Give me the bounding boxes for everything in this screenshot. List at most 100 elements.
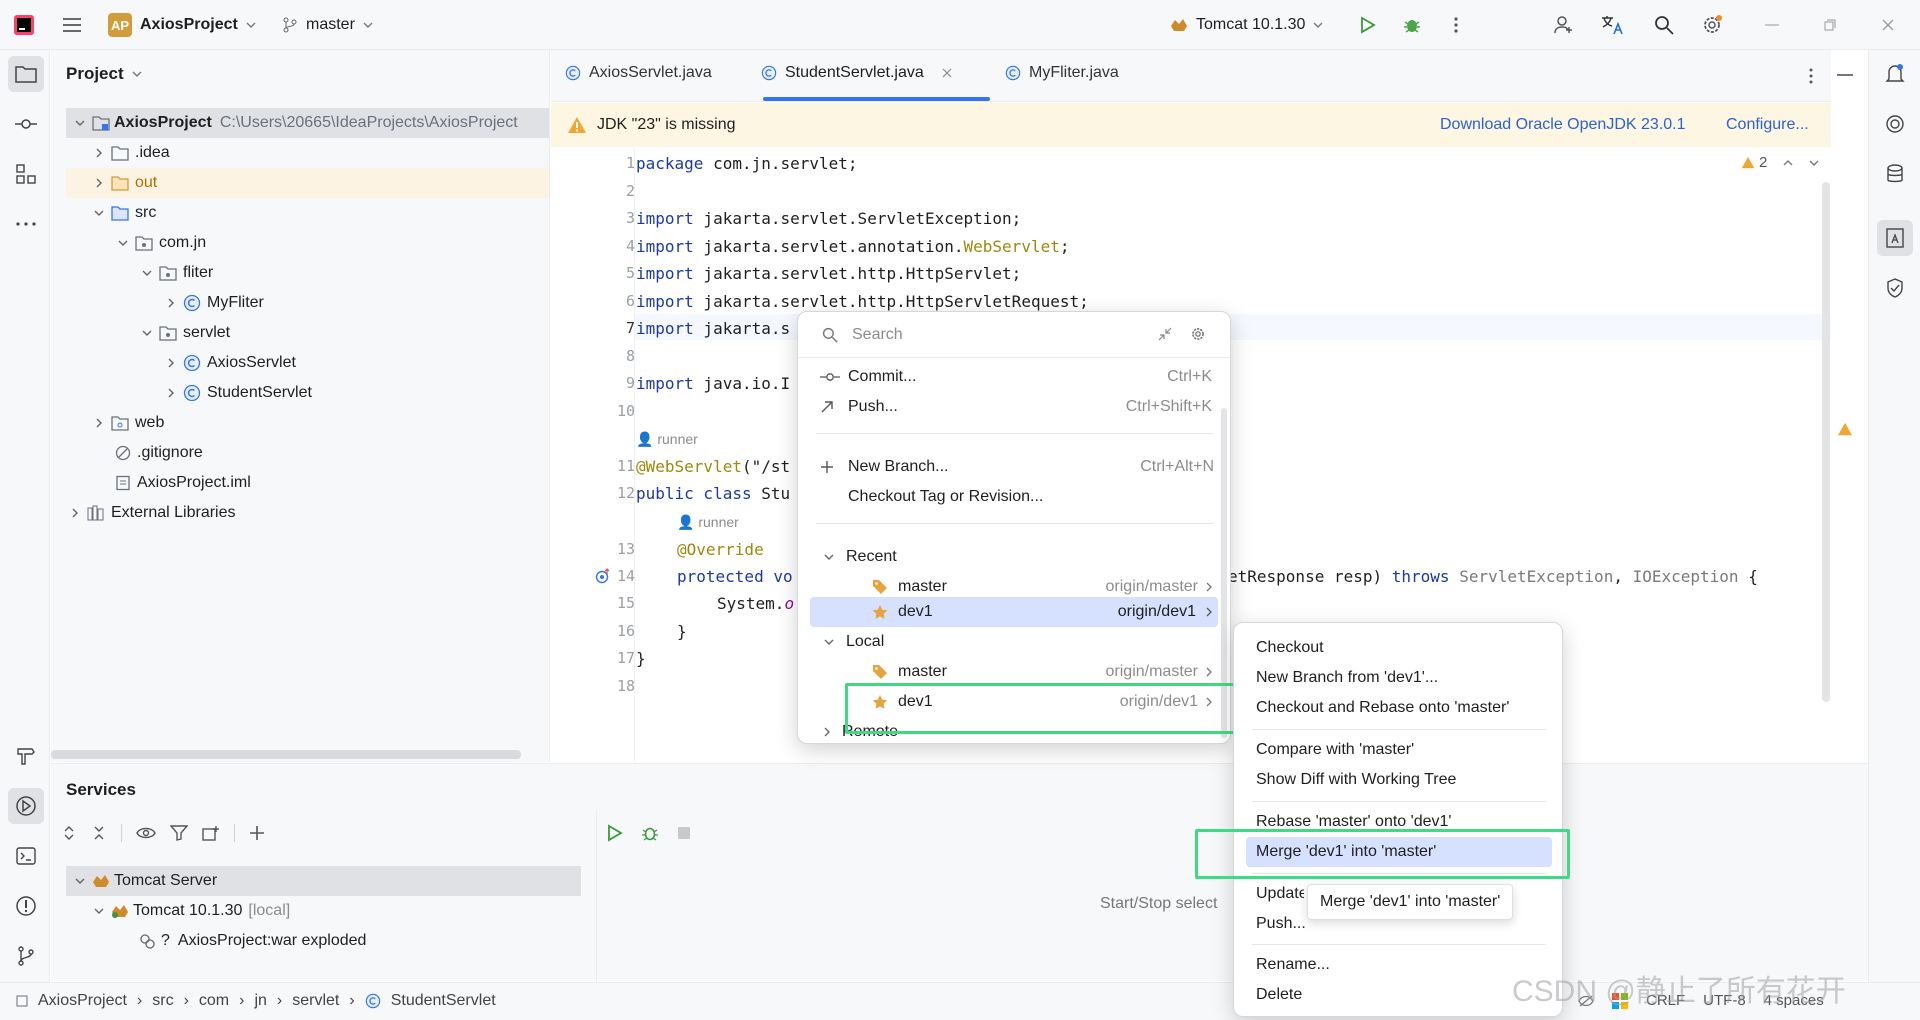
download-jdk-link[interactable]: Download Oracle OpenJDK 23.0.1 <box>1440 116 1685 134</box>
tree-row-axiosproject[interactable]: AxiosProject C:\Users\20665\IdeaProjects… <box>66 108 549 138</box>
security-shield-icon[interactable] <box>1877 270 1913 306</box>
breadcrumb-item[interactable]: com <box>199 992 229 1010</box>
service-row-tomcat-server[interactable]: Tomcat Server <box>66 866 581 896</box>
tree-row-myfliter[interactable]: MyFliter <box>163 288 264 318</box>
tab-options-icon[interactable] <box>1801 66 1821 86</box>
restore-icon[interactable] <box>1818 13 1842 37</box>
tree-row-studentservlet[interactable]: StudentServlet <box>163 378 312 408</box>
close-tab-icon[interactable] <box>942 68 952 78</box>
chevron-down-icon[interactable] <box>1809 160 1819 166</box>
push-menu-item[interactable]: Push... Ctrl+Shift+K <box>820 392 1212 422</box>
expand-all-icon[interactable] <box>61 825 77 841</box>
warning-count-indicator[interactable]: 2 <box>1741 154 1819 171</box>
checkout-and-rebase-menu-item[interactable]: Checkout and Rebase onto 'master' <box>1256 693 1509 723</box>
tree-row-fliter[interactable]: fliter <box>139 258 213 288</box>
show-diff-menu-item[interactable]: Show Diff with Working Tree <box>1256 765 1456 795</box>
build-tool-icon[interactable] <box>8 738 44 774</box>
update-menu-item[interactable]: Update <box>1256 879 1304 909</box>
recent-branch-dev1[interactable]: dev1 origin/dev1 <box>810 597 1218 627</box>
inlay-hint-runner[interactable]: 👤 runner <box>677 514 739 531</box>
filter-icon[interactable] <box>170 825 188 841</box>
checkout-menu-item[interactable]: Checkout <box>1256 633 1324 663</box>
configure-link[interactable]: Configure... <box>1726 116 1809 134</box>
commit-menu-item[interactable]: Commit... Ctrl+K <box>820 362 1212 392</box>
tree-row-axiosservlet[interactable]: AxiosServlet <box>163 348 296 378</box>
main-menu-icon[interactable] <box>60 13 84 37</box>
new-group-icon[interactable] <box>202 825 220 841</box>
collapse-icon[interactable] <box>1158 327 1172 341</box>
local-group-header[interactable]: Local <box>824 627 884 657</box>
debug-service-icon[interactable] <box>641 824 659 842</box>
panel-minimize-icon[interactable] <box>1837 74 1853 76</box>
popup-search[interactable]: Search <box>798 312 1230 358</box>
horizontal-scrollbar[interactable] <box>51 750 521 759</box>
database-icon[interactable] <box>1877 156 1913 192</box>
chevron-down-icon <box>363 22 373 28</box>
inlay-hint-runner[interactable]: 👤 runner <box>636 431 698 448</box>
minimize-icon[interactable] <box>1760 13 1784 37</box>
tree-row-web[interactable]: web <box>91 408 164 438</box>
run-service-icon[interactable] <box>607 824 623 842</box>
branch-tag-icon <box>872 664 888 680</box>
run-icon[interactable] <box>1356 13 1380 37</box>
more-actions-icon[interactable] <box>1444 13 1468 37</box>
services-tool-icon[interactable] <box>8 788 44 824</box>
delete-menu-item[interactable]: Delete <box>1256 980 1302 1010</box>
warning-marker-icon[interactable] <box>1837 422 1853 436</box>
tab-myfliter[interactable]: MyFliter.java <box>1005 64 1119 82</box>
new-branch-from-menu-item[interactable]: New Branch from 'dev1'... <box>1256 663 1438 693</box>
tree-row-out[interactable]: out <box>66 168 549 198</box>
translation-panel-icon[interactable] <box>1877 220 1913 256</box>
debug-icon[interactable] <box>1400 13 1424 37</box>
project-tool-icon[interactable] <box>8 56 44 92</box>
tree-row-iml[interactable]: AxiosProject.iml <box>115 468 251 498</box>
add-service-icon[interactable] <box>249 825 265 841</box>
service-row-tomcat-local[interactable]: Tomcat 10.1.30 [local] <box>91 896 290 926</box>
structure-tool-icon[interactable] <box>8 156 44 192</box>
tree-row-external-libraries[interactable]: External Libraries <box>67 498 236 528</box>
service-row-artifact[interactable]: ? AxiosProject:war exploded <box>139 926 366 956</box>
checkout-tag-menu-item[interactable]: Checkout Tag or Revision... <box>848 482 1043 512</box>
breadcrumb-item[interactable]: StudentServlet <box>391 992 496 1010</box>
ai-assistant-icon[interactable] <box>1877 106 1913 142</box>
settings-gear-icon[interactable] <box>1700 13 1724 37</box>
tree-row-gitignore[interactable]: .gitignore <box>115 438 203 468</box>
run-config-selector[interactable]: Tomcat 10.1.30 <box>1170 11 1323 39</box>
breadcrumb-item[interactable]: servlet <box>292 992 339 1010</box>
project-panel-header[interactable]: Project <box>66 64 142 84</box>
editor-vertical-scrollbar[interactable] <box>1822 182 1830 702</box>
tree-row-idea[interactable]: .idea <box>91 138 170 168</box>
stop-service-icon[interactable] <box>677 826 691 840</box>
tree-row-com-jn[interactable]: com.jn <box>115 228 206 258</box>
git-tool-icon[interactable] <box>8 938 44 974</box>
breadcrumb-item[interactable]: src <box>152 992 173 1010</box>
tab-axiosservlet[interactable]: AxiosServlet.java <box>565 64 712 82</box>
code-line-11: @WebServlet("/st <box>636 457 791 476</box>
chevron-up-icon[interactable] <box>1783 159 1793 166</box>
commit-tool-icon[interactable] <box>8 106 44 142</box>
collapse-all-icon[interactable] <box>91 825 107 841</box>
new-branch-menu-item[interactable]: New Branch... Ctrl+Alt+N <box>820 452 1214 482</box>
notifications-icon[interactable] <box>1877 56 1913 92</box>
recent-group-header[interactable]: Recent <box>824 542 897 572</box>
search-icon[interactable] <box>1652 13 1676 37</box>
more-tools-icon[interactable] <box>8 206 44 242</box>
breadcrumb-item[interactable]: AxiosProject <box>38 992 127 1010</box>
compare-with-menu-item[interactable]: Compare with 'master' <box>1256 735 1414 765</box>
view-options-eye-icon[interactable] <box>136 826 156 840</box>
tree-row-src[interactable]: src <box>91 198 156 228</box>
add-user-icon[interactable] <box>1552 13 1576 37</box>
popup-settings-icon[interactable] <box>1190 326 1206 342</box>
override-gutter-icon[interactable] <box>595 568 611 584</box>
breadcrumb-item[interactable]: jn <box>254 992 266 1010</box>
push-branch-menu-item[interactable]: Push... <box>1256 909 1306 939</box>
project-switcher[interactable]: AP AxiosProject <box>108 11 256 39</box>
tab-studentservlet[interactable]: StudentServlet.java <box>761 64 952 82</box>
close-window-icon[interactable] <box>1876 13 1900 37</box>
tree-row-servlet[interactable]: servlet <box>139 318 230 348</box>
branch-switcher[interactable]: master <box>282 11 373 39</box>
rename-menu-item[interactable]: Rename... <box>1256 950 1330 980</box>
terminal-tool-icon[interactable] <box>8 838 44 874</box>
translate-icon[interactable] <box>1600 13 1626 37</box>
problems-tool-icon[interactable] <box>8 888 44 924</box>
